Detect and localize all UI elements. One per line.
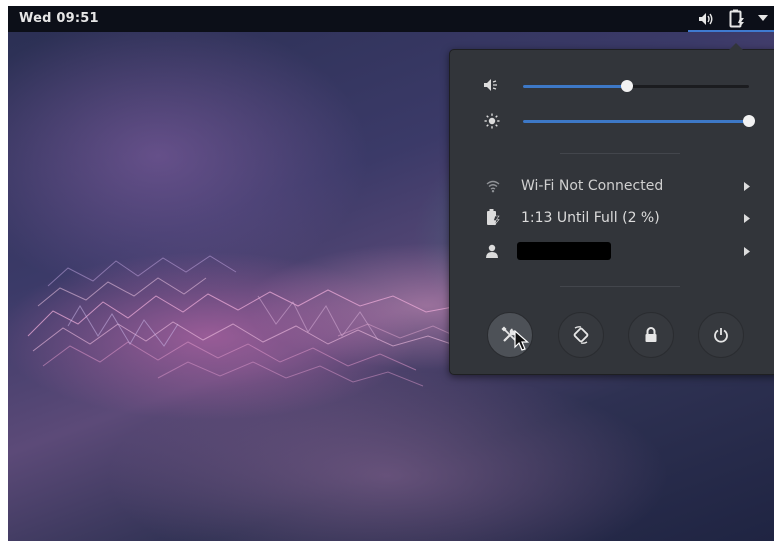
brightness-slider-fill — [523, 120, 749, 123]
system-menu: Wi-Fi Not Connected 1:13 Until Full (2 %… — [449, 43, 774, 375]
wifi-item[interactable]: Wi-Fi Not Connected — [450, 172, 774, 202]
wifi-item-label: Wi-Fi Not Connected — [521, 178, 664, 194]
battery-charging-icon — [729, 9, 744, 28]
volume-slider[interactable] — [523, 80, 749, 92]
volume-low-icon — [484, 79, 497, 91]
dropdown-caret-icon — [758, 15, 768, 21]
chevron-right-icon — [744, 247, 750, 256]
volume-icon — [699, 13, 713, 25]
volume-slider-fill — [523, 85, 627, 88]
redacted-username — [517, 242, 611, 260]
battery-charging-icon — [487, 209, 500, 226]
mouse-pointer-icon — [514, 330, 530, 351]
wifi-icon — [486, 180, 500, 193]
user-icon — [486, 244, 498, 258]
rotation-lock-icon — [573, 326, 589, 344]
menu-separator — [560, 153, 680, 154]
power-button[interactable] — [698, 312, 744, 358]
rotation-lock-button[interactable] — [558, 312, 604, 358]
battery-item-label: 1:13 Until Full (2 %) — [521, 210, 660, 226]
brightness-slider-row — [450, 110, 774, 132]
top-bar: Wed 09:51 — [8, 6, 774, 32]
brightness-slider[interactable] — [523, 115, 755, 127]
power-icon — [714, 328, 728, 343]
brightness-icon — [484, 113, 500, 129]
lock-button[interactable] — [628, 312, 674, 358]
volume-slider-row — [450, 75, 774, 97]
menu-separator — [560, 286, 680, 287]
battery-item[interactable]: 1:13 Until Full (2 %) — [450, 204, 774, 234]
volume-slider-knob[interactable] — [620, 80, 633, 92]
brightness-slider-knob[interactable] — [743, 115, 755, 127]
desktop: Wed 09:51 Wi-Fi Not Connected 1:13 Until… — [8, 6, 774, 541]
chevron-right-icon — [744, 182, 750, 191]
user-item[interactable] — [450, 237, 774, 267]
system-tray[interactable] — [688, 6, 774, 32]
chevron-right-icon — [744, 214, 750, 223]
lock-icon — [645, 327, 657, 342]
clock[interactable]: Wed 09:51 — [19, 11, 99, 26]
